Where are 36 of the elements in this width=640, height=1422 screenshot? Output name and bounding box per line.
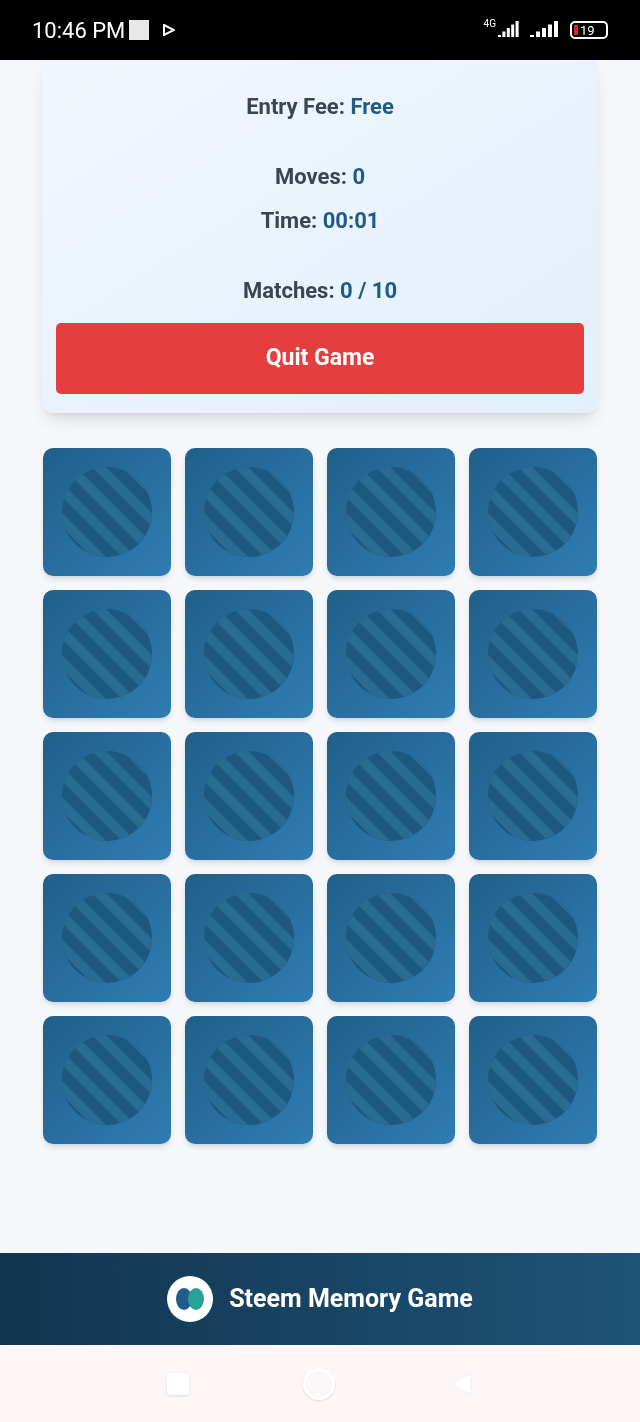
memory-card[interactable]	[327, 448, 455, 576]
memory-card[interactable]	[327, 732, 455, 860]
quit-game-button[interactable]: Quit Game	[56, 323, 584, 394]
time-stat: Time: 00:01	[260, 207, 380, 235]
moves-stat: Moves: 0	[275, 163, 365, 191]
battery-icon: 19	[570, 21, 608, 39]
memory-card[interactable]	[327, 1016, 455, 1144]
memory-card[interactable]	[469, 874, 597, 1002]
memory-card[interactable]	[185, 874, 313, 1002]
memory-card[interactable]	[469, 448, 597, 576]
clock: 10:46 PM	[32, 16, 126, 45]
play-icon	[163, 24, 176, 36]
memory-card[interactable]	[327, 590, 455, 718]
notification-icon	[129, 20, 150, 40]
memory-card[interactable]	[469, 732, 597, 860]
app-title: Steem Memory Game	[229, 1283, 473, 1316]
entry-fee-stat: Entry Fee: Free	[246, 93, 394, 121]
memory-card[interactable]	[327, 874, 455, 1002]
memory-card[interactable]	[185, 1016, 313, 1144]
memory-card[interactable]	[469, 1016, 597, 1144]
signal-icon	[498, 21, 520, 39]
memory-card[interactable]	[185, 732, 313, 860]
memory-card[interactable]	[43, 590, 171, 718]
recent-apps-button[interactable]	[167, 1372, 189, 1395]
memory-card[interactable]	[185, 448, 313, 576]
network-type: 4G	[483, 17, 496, 31]
signal-icon	[530, 21, 560, 39]
memory-card[interactable]	[43, 448, 171, 576]
brain-logo-icon	[167, 1276, 214, 1322]
memory-card[interactable]	[469, 590, 597, 718]
home-button[interactable]	[303, 1367, 335, 1400]
memory-card[interactable]	[43, 1016, 171, 1144]
matches-stat: Matches: 0 / 10	[242, 277, 398, 305]
memory-card[interactable]	[43, 874, 171, 1002]
memory-card[interactable]	[43, 732, 171, 860]
memory-card[interactable]	[185, 590, 313, 718]
